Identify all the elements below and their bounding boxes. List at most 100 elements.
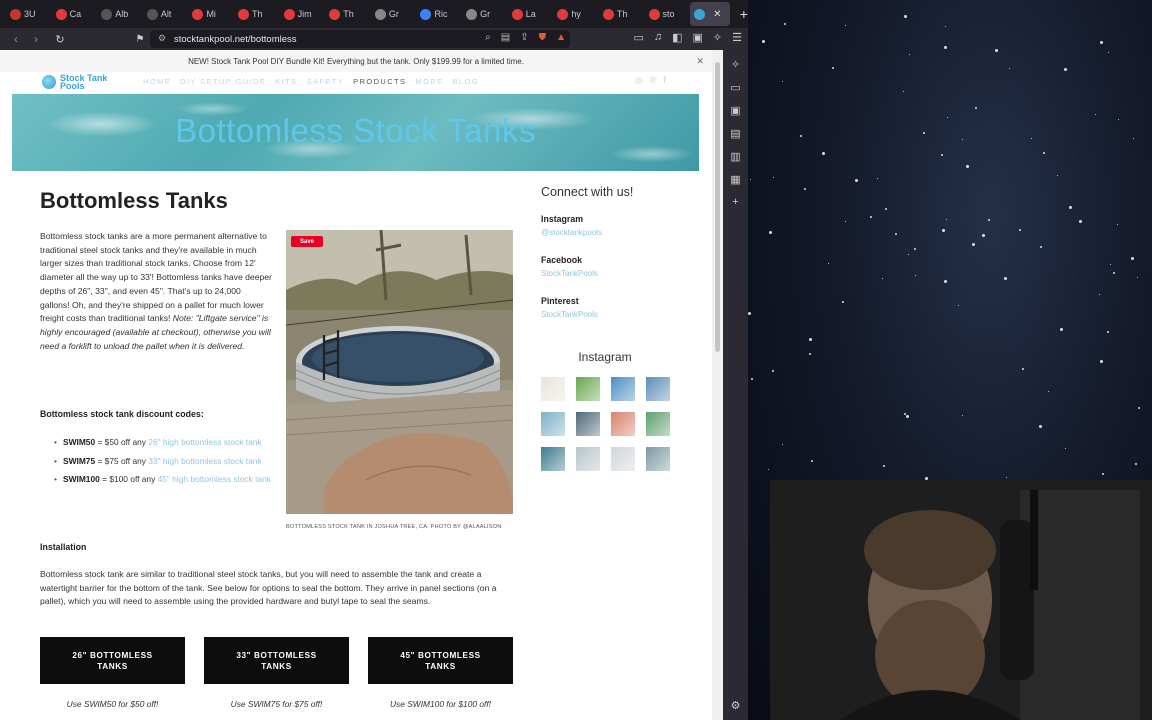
star: [768, 469, 769, 470]
hero-title: Bottomless Stock Tanks: [175, 112, 536, 149]
instagram-icon[interactable]: ◎: [635, 75, 643, 86]
browser-tab[interactable]: Jim: [280, 2, 324, 26]
star: [1039, 425, 1042, 428]
sidebar-toggle-icon[interactable]: ◧: [672, 31, 682, 44]
music-icon[interactable]: ♫: [654, 31, 662, 44]
browser-tab[interactable]: ✕: [690, 2, 730, 26]
bottomless-45-button[interactable]: 45" BOTTOMLESS TANKS: [368, 637, 513, 684]
bookmark-icon[interactable]: ⚑: [130, 34, 150, 45]
facebook-icon[interactable]: f: [663, 75, 666, 86]
scrollbar-thumb[interactable]: [715, 62, 720, 352]
star: [982, 234, 985, 237]
instagram-thumbnail[interactable]: [541, 412, 565, 436]
nav-safety[interactable]: SAFETY: [307, 77, 345, 86]
browser-tab[interactable]: Alt: [143, 2, 187, 26]
discount-link[interactable]: 26" high bottomless stock tank: [148, 437, 261, 447]
browser-tab[interactable]: Mi: [188, 2, 232, 26]
instagram-link[interactable]: @stocktankpools: [541, 228, 602, 237]
browser-tab[interactable]: Th: [599, 2, 643, 26]
nav-more[interactable]: MORE: [415, 77, 443, 86]
settings-icon[interactable]: ⚙: [731, 699, 741, 712]
facebook-link[interactable]: StockTankPools: [541, 269, 598, 278]
browser-tab[interactable]: La: [508, 2, 552, 26]
navigation-bar: ‹ › ↻ ⚑ ⚙ stocktankpool.net/bottomless ⌕…: [0, 28, 748, 50]
close-icon[interactable]: ✕: [696, 56, 704, 67]
page-scrollbar[interactable]: [712, 50, 723, 720]
browser-tab[interactable]: Ca: [52, 2, 96, 26]
browser-tab[interactable]: 3U: [6, 2, 50, 26]
wallet-icon[interactable]: ▣: [730, 104, 740, 117]
browser-tab[interactable]: Th: [234, 2, 278, 26]
instagram-thumbnail[interactable]: [611, 412, 635, 436]
star: [751, 378, 753, 380]
star: [804, 188, 806, 190]
pinterest-link[interactable]: StockTankPools: [541, 310, 598, 319]
menu-icon[interactable]: ☰: [732, 31, 742, 44]
bookmarks-icon[interactable]: ▦: [730, 173, 740, 186]
instagram-thumbnail[interactable]: [611, 377, 635, 401]
pinterest-icon[interactable]: ℗: [650, 75, 657, 86]
site-logo[interactable]: Stock Tank Pools: [42, 74, 107, 91]
nav-products[interactable]: PRODUCTS: [353, 77, 406, 86]
bottomless-33-button[interactable]: 33" BOTTOMLESS TANKS: [204, 637, 349, 684]
instagram-thumbnail[interactable]: [541, 447, 565, 471]
reading-list-icon[interactable]: ▥: [730, 150, 740, 163]
forward-icon[interactable]: ›: [26, 32, 46, 46]
pinterest-save-button[interactable]: Save: [291, 236, 323, 247]
ai-icon[interactable]: ✧: [731, 58, 740, 71]
instagram-thumbnail[interactable]: [611, 447, 635, 471]
shield-icon[interactable]: ⛊: [539, 32, 547, 43]
star: [809, 338, 812, 341]
star: [1107, 331, 1109, 333]
site-info-icon[interactable]: ⚙: [158, 33, 166, 44]
instagram-thumbnail[interactable]: [576, 412, 600, 436]
media-icon[interactable]: ▭: [730, 81, 740, 94]
zoom-icon[interactable]: ⌕: [485, 32, 491, 43]
star: [877, 178, 878, 179]
nav-diy-setup-guide[interactable]: DIY SETUP GUIDE: [180, 77, 266, 86]
browser-tab[interactable]: Ric: [416, 2, 460, 26]
new-tab-icon[interactable]: +: [740, 6, 748, 22]
promo-text: Use SWIM75 for $75 off!: [230, 699, 323, 709]
instagram-thumbnail[interactable]: [541, 377, 565, 401]
nav-home[interactable]: HOME: [143, 77, 171, 86]
nav-blog[interactable]: BLOG: [453, 77, 479, 86]
discount-link[interactable]: 33" high bottomless stock tank: [148, 456, 261, 466]
facebook-label: Facebook: [541, 255, 583, 265]
back-icon[interactable]: ‹: [6, 32, 26, 46]
nav-kits[interactable]: KITS: [275, 77, 297, 86]
bottomless-26-button[interactable]: 26" BOTTOMLESS TANKS: [40, 637, 185, 684]
rewards-icon[interactable]: ▲: [556, 32, 566, 43]
add-icon[interactable]: +: [732, 196, 738, 208]
tank-photo[interactable]: Save: [286, 230, 513, 514]
share-icon[interactable]: ⇪: [520, 32, 528, 43]
address-bar[interactable]: ⚙ stocktankpool.net/bottomless ⌕ ▤ ⇪ ⛊ ▲: [150, 30, 570, 48]
instagram-thumbnail[interactable]: [646, 447, 670, 471]
tab-close-icon[interactable]: ✕: [713, 9, 721, 20]
instagram-thumbnail[interactable]: [576, 447, 600, 471]
star: [942, 229, 945, 232]
reader-icon[interactable]: ▤: [501, 32, 510, 43]
instagram-thumbnail[interactable]: [576, 377, 600, 401]
browser-tab[interactable]: Alb: [97, 2, 141, 26]
extensions-icon[interactable]: ✧: [713, 31, 722, 44]
wallet-icon[interactable]: ▣: [693, 31, 703, 44]
instagram-thumbnail[interactable]: [646, 377, 670, 401]
announcement-bar[interactable]: NEW! Stock Tank Pool DIY Bundle Kit! Eve…: [0, 50, 712, 72]
star: [1060, 328, 1063, 331]
star: [1065, 448, 1066, 449]
browser-tab[interactable]: Gr: [462, 2, 506, 26]
browser-tab[interactable]: Th: [325, 2, 369, 26]
history-icon[interactable]: ▤: [730, 127, 740, 140]
browser-tab[interactable]: hy: [553, 2, 597, 26]
tab-label: Gr: [388, 9, 399, 19]
instagram-label: Instagram: [541, 214, 584, 224]
star: [988, 219, 990, 221]
reload-icon[interactable]: ↻: [50, 33, 70, 46]
discount-link[interactable]: 45" high bottomless stock tank: [158, 474, 271, 484]
browser-tab[interactable]: sto: [645, 2, 689, 26]
screenshot-icon[interactable]: ▭: [633, 31, 643, 44]
instagram-thumbnail[interactable]: [646, 412, 670, 436]
star: [945, 26, 946, 27]
browser-tab[interactable]: Gr: [371, 2, 415, 26]
